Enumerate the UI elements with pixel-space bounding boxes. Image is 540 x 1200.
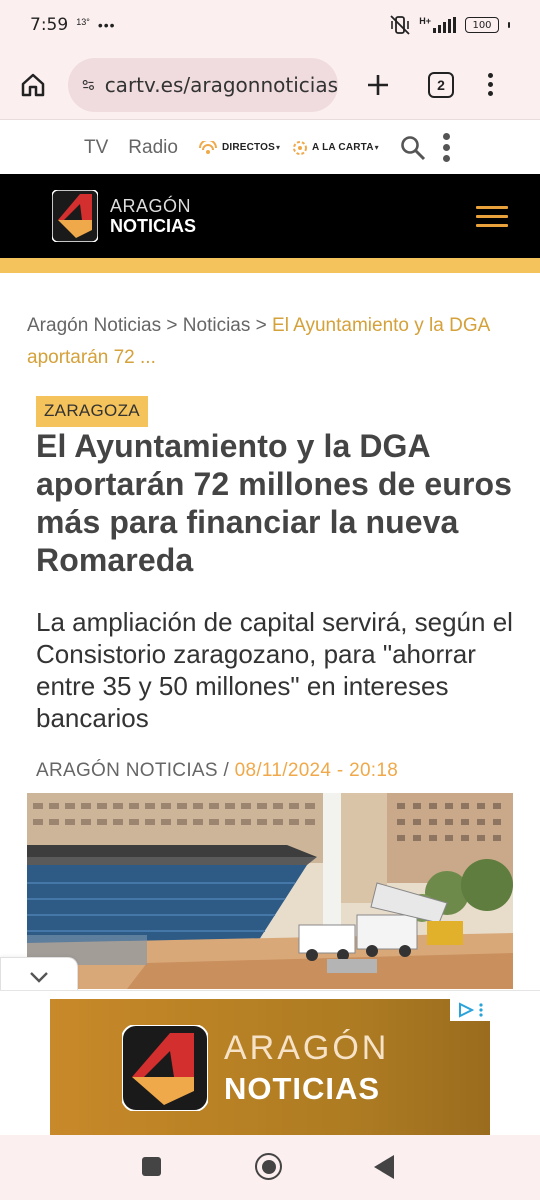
browser-menu-button[interactable] — [488, 73, 493, 96]
article-author: ARAGÓN NOTICIAS — [36, 760, 218, 781]
site-top-nav: TV Radio DIRECTOS ▾ A LA CARTA ▾ — [0, 121, 540, 174]
ad-text-line1: ARAGÓN — [224, 1029, 390, 1067]
new-tab-button[interactable] — [360, 67, 396, 103]
status-time: 7:59 — [30, 15, 69, 35]
header-accent-bar — [0, 258, 540, 273]
vibrate-off-icon — [390, 15, 410, 35]
stadium-construction-image — [27, 793, 513, 989]
site-logo[interactable]: ARAGÓN NOTICIAS — [52, 190, 196, 242]
nav-tv-link[interactable]: TV — [84, 137, 108, 159]
logo-text-line2: NOTICIAS — [110, 216, 197, 236]
ad-container: ARAGÓN NOTICIAS — [0, 990, 540, 1136]
search-icon — [400, 135, 425, 160]
breadcrumb-separator: > — [161, 315, 183, 336]
ad-banner[interactable]: ARAGÓN NOTICIAS — [50, 999, 490, 1136]
article-byline: ARAGÓN NOTICIAS / 08/11/2024 - 20:18 — [36, 760, 398, 782]
signal-icon — [433, 17, 456, 33]
ad-text-line2: NOTICIAS — [224, 1071, 381, 1106]
status-more-icon: ••• — [97, 17, 116, 33]
url-text[interactable]: cartv.es/aragonnoticias — [105, 73, 338, 97]
status-temperature: 13° — [76, 17, 90, 27]
a-la-carta-icon — [293, 140, 308, 155]
tab-switcher-button[interactable]: 2 — [428, 71, 454, 98]
battery-tip — [508, 22, 510, 28]
address-bar[interactable]: cartv.es/aragonnoticias — [68, 57, 338, 112]
logo-text-line1: ARAGÓN — [110, 196, 192, 216]
article-subheadline: La ampliación de capital servirá, según … — [36, 607, 513, 733]
home-nav-button[interactable] — [255, 1153, 282, 1180]
byline-separator: / — [217, 760, 235, 781]
section-tag[interactable]: ZARAGOZA — [36, 396, 148, 427]
battery-icon: 100 — [465, 17, 499, 33]
chevron-down-icon — [30, 971, 48, 983]
article-date: 08/11/2024 - 20:18 — [234, 760, 399, 781]
site-more-menu-button[interactable] — [442, 133, 450, 162]
breadcrumb-section-link[interactable]: Noticias — [183, 315, 251, 336]
adchoices-button[interactable] — [450, 999, 490, 1021]
breadcrumb-home-link[interactable]: Aragón Noticias — [27, 315, 161, 336]
system-nav-bar — [0, 1135, 540, 1200]
recent-apps-button[interactable] — [142, 1157, 161, 1176]
home-button[interactable] — [14, 66, 52, 104]
network-type: H+ — [419, 16, 431, 26]
article-photo[interactable] — [27, 793, 513, 989]
back-button[interactable] — [374, 1155, 394, 1179]
aragon-noticias-logo-icon — [52, 190, 98, 242]
site-settings-icon[interactable] — [82, 75, 95, 95]
breadcrumb-separator: > — [250, 315, 273, 336]
aragon-noticias-ad-logo-icon — [122, 1024, 208, 1111]
nav-directos-label: DIRECTOS — [221, 142, 276, 153]
hamburger-menu-button[interactable] — [476, 205, 508, 227]
chevron-down-icon: ▾ — [374, 143, 379, 152]
status-bar: 7:59 13° ••• H+ 100 — [0, 0, 540, 50]
nav-directos-dropdown[interactable]: DIRECTOS ▾ — [198, 140, 281, 155]
browser-toolbar: cartv.es/aragonnoticias 2 — [0, 50, 540, 120]
nav-alacarta-dropdown[interactable]: A LA CARTA ▾ — [292, 140, 379, 156]
search-button[interactable] — [399, 134, 427, 162]
plus-icon — [368, 74, 388, 95]
nav-radio-link[interactable]: Radio — [128, 137, 178, 159]
article-headline: El Ayuntamiento y la DGA aportarán 72 mi… — [36, 428, 513, 578]
live-broadcast-icon — [198, 140, 217, 154]
breadcrumb: Aragón Noticias > Noticias > El Ayuntami… — [27, 310, 517, 374]
more-options-icon — [479, 1003, 483, 1017]
home-icon — [21, 73, 45, 96]
adchoices-icon — [459, 1002, 475, 1018]
chevron-down-icon: ▾ — [276, 143, 281, 152]
site-header: ARAGÓN NOTICIAS — [0, 174, 540, 258]
nav-alacarta-label: A LA CARTA — [312, 142, 374, 153]
